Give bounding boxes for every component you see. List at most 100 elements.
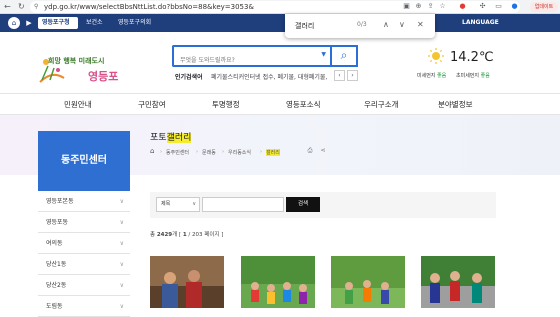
search-type-select[interactable]: 제목 ∨ — [156, 197, 200, 212]
lnb-item[interactable]: 당산2동 ∨ — [38, 275, 130, 296]
tab-health-center[interactable]: 보건소 — [82, 17, 112, 29]
lnb-item[interactable]: 당산1동 ∨ — [38, 254, 130, 275]
total-unit: 개 — [172, 232, 178, 238]
profile-icon[interactable]: ● — [510, 2, 519, 11]
share-icon[interactable]: ⇪ — [426, 2, 435, 11]
page-title: 포토갤러리 — [150, 130, 192, 143]
site-info-icon[interactable]: ⚲ — [34, 1, 38, 13]
reload-icon[interactable]: ↻ — [18, 2, 25, 11]
chevron-down-icon: ∨ — [119, 198, 124, 205]
url-text: ydp.go.kr/www/selectBbsNttList.do?bbsNo=… — [44, 3, 254, 11]
search-icon: ⌕ — [340, 48, 348, 62]
chevron-down-icon[interactable]: ∨ — [399, 20, 405, 29]
search-type-value: 제목 — [161, 201, 171, 207]
lnb-item[interactable]: 영등포본동 ∨ — [38, 191, 130, 212]
gnb-participation[interactable]: 구민참여 — [138, 99, 166, 110]
site-logo[interactable]: 희망 행복 미래도시 영등포 — [38, 52, 128, 84]
lnb-item[interactable]: 도림동 ∨ — [38, 296, 130, 317]
logo-slogan: 희망 행복 미래도시 — [48, 57, 105, 65]
top-utility-bar: ⌂ ▶ 영등포구청 보건소 영등포구의회 LANGUAGE — [0, 14, 560, 32]
lnb-title: 동주민센터 — [38, 131, 130, 191]
total-prefix: 총 — [150, 232, 156, 238]
ultra-dust-status: 초미세먼지 좋음 — [456, 72, 490, 79]
gallery-thumbnail[interactable] — [331, 256, 405, 308]
close-icon[interactable]: ✕ — [417, 20, 424, 29]
search-field[interactable]: ▼ — [172, 45, 330, 70]
chevron-up-icon[interactable]: ∧ — [383, 20, 389, 29]
gallery-thumbnail[interactable] — [150, 256, 224, 308]
search-input[interactable] — [180, 51, 310, 70]
page-title-prefix: 포토 — [150, 133, 167, 143]
breadcrumb-separator: › — [222, 149, 224, 155]
tab-district-council[interactable]: 영등포구의회 — [114, 17, 164, 29]
page-title-highlight: 갤러리 — [166, 133, 192, 143]
chevron-down-icon: ∨ — [119, 219, 124, 226]
find-bar: 갤러리 0/3 ∧ ∨ ✕ — [285, 14, 435, 38]
chevron-right-icon[interactable]: › — [347, 70, 358, 81]
find-query[interactable]: 갤러리 — [295, 21, 314, 31]
gallery-photo — [421, 256, 495, 308]
search-button[interactable]: ⌕ — [330, 45, 358, 67]
gallery-photo — [241, 256, 315, 308]
chevron-down-icon: ∨ — [119, 282, 124, 289]
breadcrumb-separator: › — [260, 149, 262, 155]
total-pages: / 203 페이지 — [188, 232, 220, 238]
chevron-left-icon[interactable]: ‹ — [334, 70, 345, 81]
gallery-thumbnail[interactable] — [241, 256, 315, 308]
board-search-panel: 제목 ∨ 검색 — [150, 192, 496, 218]
lnb-item-label: 당산2동 — [46, 282, 67, 289]
ultra-dust-label: 초미세먼지 — [456, 73, 480, 79]
breadcrumb-separator: › — [196, 149, 198, 155]
temperature: 14.2℃ — [450, 50, 494, 65]
lnb-item-label: 영등포동 — [46, 219, 69, 226]
sun-icon — [428, 48, 444, 64]
page-scan-icon[interactable]: ▣ — [402, 2, 411, 11]
breadcrumb-item[interactable]: 우리동소식 — [228, 149, 251, 156]
gnb-about[interactable]: 우리구소개 — [364, 99, 399, 110]
sidebar-icon[interactable]: ▭ — [494, 2, 503, 11]
zoom-icon[interactable]: ⊕ — [414, 2, 423, 11]
popular-keywords-text[interactable]: 폐기물스티커인터넷 접수, 폐기물, 대형폐기물, 1 — [211, 72, 329, 81]
chevron-down-icon: ∨ — [119, 303, 124, 310]
gallery-photo — [331, 256, 405, 308]
chevron-down-icon: ∨ — [119, 261, 124, 268]
extensions-puzzle-icon[interactable]: ✣ — [478, 2, 487, 11]
home-icon[interactable]: ⌂ — [8, 17, 20, 29]
popular-keywords-label: 인기검색어 — [175, 74, 203, 81]
home-icon[interactable]: ⌂ — [150, 147, 154, 155]
tab-district-office[interactable]: 영등포구청 — [38, 17, 78, 29]
lnb-item-label: 당산1동 — [46, 261, 67, 268]
update-button[interactable]: 업데이트 — [530, 2, 558, 12]
back-icon[interactable]: ← — [4, 2, 11, 11]
share-icon[interactable]: ⋖ — [318, 146, 328, 156]
gnb-transparency[interactable]: 투명행정 — [212, 99, 240, 110]
breadcrumb-item[interactable]: 문래동 — [202, 149, 216, 156]
gnb-field-info[interactable]: 분야별정보 — [438, 99, 473, 110]
breadcrumb-separator: › — [160, 149, 162, 155]
lnb-item[interactable]: 여의동 ∨ — [38, 233, 130, 254]
breadcrumb-item[interactable]: 동주민센터 — [166, 149, 189, 156]
search-submit-button[interactable]: 검색 — [286, 197, 320, 212]
ultra-dust-value: 좋음 — [480, 73, 490, 79]
caret-down-icon[interactable]: ▼ — [321, 51, 326, 58]
gnb-news[interactable]: 영등포소식 — [286, 99, 321, 110]
browser-toolbar: ← ↻ ⚲ ydp.go.kr/www/selectBbsNttList.do?… — [0, 0, 560, 14]
find-count: 0/3 — [357, 21, 367, 28]
lnb-item[interactable]: 영등포동 ∨ — [38, 212, 130, 233]
chevron-down-icon: ∨ — [192, 201, 196, 207]
current-page: 1 — [182, 232, 187, 238]
extension-icon[interactable]: ● — [458, 2, 467, 11]
print-icon[interactable]: ⎙ — [305, 146, 315, 156]
fine-dust-value: 좋음 — [437, 73, 447, 79]
video-icon[interactable]: ▶ — [24, 17, 34, 29]
gallery-thumbnail[interactable] — [421, 256, 495, 308]
language-dropdown[interactable]: LANGUAGE — [458, 17, 504, 29]
lnb-item-label: 여의동 — [46, 240, 63, 247]
fine-dust-status: 미세먼지 좋음 — [417, 72, 446, 79]
lnb-item-label: 영등포본동 — [46, 198, 74, 205]
gnb-civil-service[interactable]: 민원안내 — [64, 99, 92, 110]
logo-name: 영등포 — [88, 70, 119, 83]
total-count: 총 2429개 [ 1 / 203 페이지 ] — [150, 232, 224, 238]
bookmark-star-icon[interactable]: ☆ — [438, 2, 447, 11]
keyword-input[interactable] — [202, 197, 284, 212]
